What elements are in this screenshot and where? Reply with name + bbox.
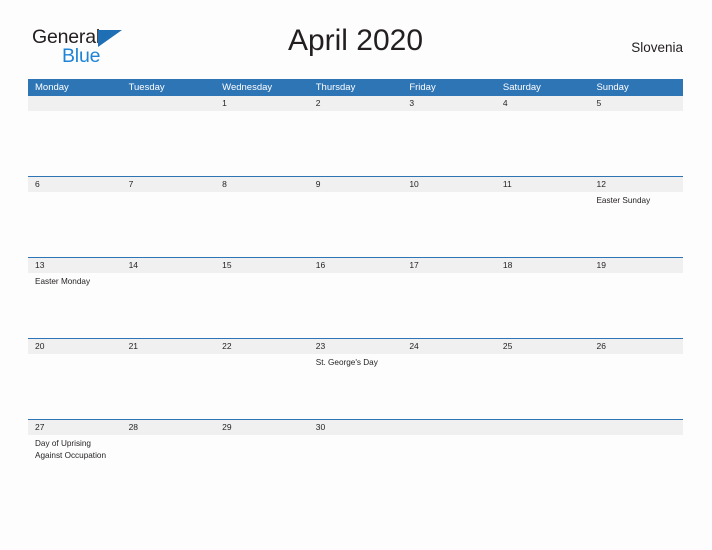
day-event[interactable] bbox=[309, 273, 403, 338]
day-number[interactable]: 24 bbox=[402, 339, 496, 354]
week-event-band bbox=[28, 111, 683, 176]
day-event[interactable] bbox=[589, 273, 683, 338]
weekday-header-monday: Monday bbox=[35, 82, 69, 93]
weekday-header-tuesday: Tuesday bbox=[128, 82, 165, 93]
day-event[interactable] bbox=[402, 273, 496, 338]
day-number[interactable]: 2 bbox=[309, 96, 403, 111]
day-number[interactable]: 4 bbox=[496, 96, 590, 111]
day-number[interactable] bbox=[28, 96, 122, 111]
calendar-week-row: 6 7 8 9 10 11 12 Easter Sunday bbox=[28, 176, 683, 257]
calendar-week-row: 27 28 29 30 Day of Uprising Against Occu… bbox=[28, 419, 683, 500]
day-number[interactable]: 7 bbox=[122, 177, 216, 192]
day-number[interactable]: 20 bbox=[28, 339, 122, 354]
day-event[interactable] bbox=[309, 192, 403, 257]
day-number[interactable]: 26 bbox=[589, 339, 683, 354]
day-event[interactable] bbox=[309, 435, 403, 500]
day-event[interactable] bbox=[215, 354, 309, 419]
page-header: General Blue April 2020 Slovenia bbox=[28, 24, 683, 72]
calendar-grid: Monday Tuesday Wednesday Thursday Friday… bbox=[28, 79, 683, 500]
day-event[interactable] bbox=[402, 192, 496, 257]
day-event[interactable]: St. George's Day bbox=[309, 354, 403, 419]
weekday-header-wednesday: Wednesday bbox=[222, 82, 273, 93]
day-event[interactable] bbox=[589, 354, 683, 419]
day-number[interactable]: 19 bbox=[589, 258, 683, 273]
day-number[interactable]: 11 bbox=[496, 177, 590, 192]
day-number[interactable]: 30 bbox=[309, 420, 403, 435]
day-event[interactable] bbox=[589, 435, 683, 500]
day-number[interactable]: 14 bbox=[122, 258, 216, 273]
day-event[interactable] bbox=[309, 111, 403, 176]
day-event[interactable] bbox=[28, 111, 122, 176]
day-number[interactable]: 1 bbox=[215, 96, 309, 111]
calendar-week-row: 20 21 22 23 24 25 26 St. George's Day bbox=[28, 338, 683, 419]
day-number[interactable] bbox=[402, 420, 496, 435]
weekday-header-friday: Friday bbox=[409, 82, 436, 93]
day-event[interactable] bbox=[122, 192, 216, 257]
day-number[interactable]: 21 bbox=[122, 339, 216, 354]
weekday-header-row: Monday Tuesday Wednesday Thursday Friday… bbox=[28, 79, 683, 96]
week-event-band: St. George's Day bbox=[28, 354, 683, 419]
day-event[interactable] bbox=[215, 435, 309, 500]
day-event[interactable]: Easter Sunday bbox=[589, 192, 683, 257]
day-number[interactable]: 15 bbox=[215, 258, 309, 273]
day-number[interactable]: 3 bbox=[402, 96, 496, 111]
day-event[interactable] bbox=[122, 111, 216, 176]
day-number[interactable]: 17 bbox=[402, 258, 496, 273]
week-event-band: Day of Uprising Against Occupation bbox=[28, 435, 683, 500]
day-event[interactable]: Easter Monday bbox=[28, 273, 122, 338]
day-event[interactable]: Day of Uprising Against Occupation bbox=[28, 435, 122, 500]
day-number[interactable]: 13 bbox=[28, 258, 122, 273]
day-event[interactable] bbox=[122, 354, 216, 419]
day-number[interactable]: 6 bbox=[28, 177, 122, 192]
day-number[interactable]: 12 bbox=[589, 177, 683, 192]
day-number[interactable]: 27 bbox=[28, 420, 122, 435]
day-number[interactable]: 9 bbox=[309, 177, 403, 192]
page-title: April 2020 bbox=[287, 24, 424, 57]
week-number-band: 27 28 29 30 bbox=[28, 420, 683, 435]
week-number-band: 13 14 15 16 17 18 19 bbox=[28, 258, 683, 273]
day-event[interactable] bbox=[28, 192, 122, 257]
weekday-header-sunday: Sunday bbox=[596, 82, 629, 93]
calendar-week-row: 1 2 3 4 5 bbox=[28, 96, 683, 176]
day-number[interactable]: 10 bbox=[402, 177, 496, 192]
day-event[interactable] bbox=[122, 273, 216, 338]
day-event[interactable] bbox=[496, 354, 590, 419]
day-number[interactable]: 25 bbox=[496, 339, 590, 354]
week-number-band: 6 7 8 9 10 11 12 bbox=[28, 177, 683, 192]
day-event[interactable] bbox=[215, 111, 309, 176]
country-label: Slovenia bbox=[631, 40, 683, 55]
calendar-week-row: 13 14 15 16 17 18 19 Easter Monday bbox=[28, 257, 683, 338]
day-event[interactable] bbox=[496, 192, 590, 257]
day-event[interactable] bbox=[589, 111, 683, 176]
weekday-header-saturday: Saturday bbox=[502, 82, 541, 93]
week-event-band: Easter Sunday bbox=[28, 192, 683, 257]
day-number[interactable]: 16 bbox=[309, 258, 403, 273]
day-number[interactable] bbox=[496, 420, 590, 435]
day-number[interactable] bbox=[589, 420, 683, 435]
day-event[interactable] bbox=[402, 435, 496, 500]
day-number[interactable] bbox=[122, 96, 216, 111]
day-number[interactable]: 22 bbox=[215, 339, 309, 354]
day-event[interactable] bbox=[496, 273, 590, 338]
day-number[interactable]: 8 bbox=[215, 177, 309, 192]
day-event[interactable] bbox=[122, 435, 216, 500]
day-event[interactable] bbox=[28, 354, 122, 419]
day-event[interactable] bbox=[215, 192, 309, 257]
day-number[interactable]: 18 bbox=[496, 258, 590, 273]
calendar-page: General Blue April 2020 Slovenia Monday … bbox=[0, 0, 712, 550]
day-number[interactable]: 29 bbox=[215, 420, 309, 435]
day-number[interactable]: 23 bbox=[309, 339, 403, 354]
day-event[interactable] bbox=[496, 111, 590, 176]
day-number[interactable]: 28 bbox=[122, 420, 216, 435]
weekday-header-thursday: Thursday bbox=[315, 82, 356, 93]
day-event[interactable] bbox=[402, 111, 496, 176]
week-number-band: 1 2 3 4 5 bbox=[28, 96, 683, 111]
week-event-band: Easter Monday bbox=[28, 273, 683, 338]
day-event[interactable] bbox=[402, 354, 496, 419]
day-number[interactable]: 5 bbox=[589, 96, 683, 111]
week-number-band: 20 21 22 23 24 25 26 bbox=[28, 339, 683, 354]
day-event[interactable] bbox=[215, 273, 309, 338]
day-event[interactable] bbox=[496, 435, 590, 500]
